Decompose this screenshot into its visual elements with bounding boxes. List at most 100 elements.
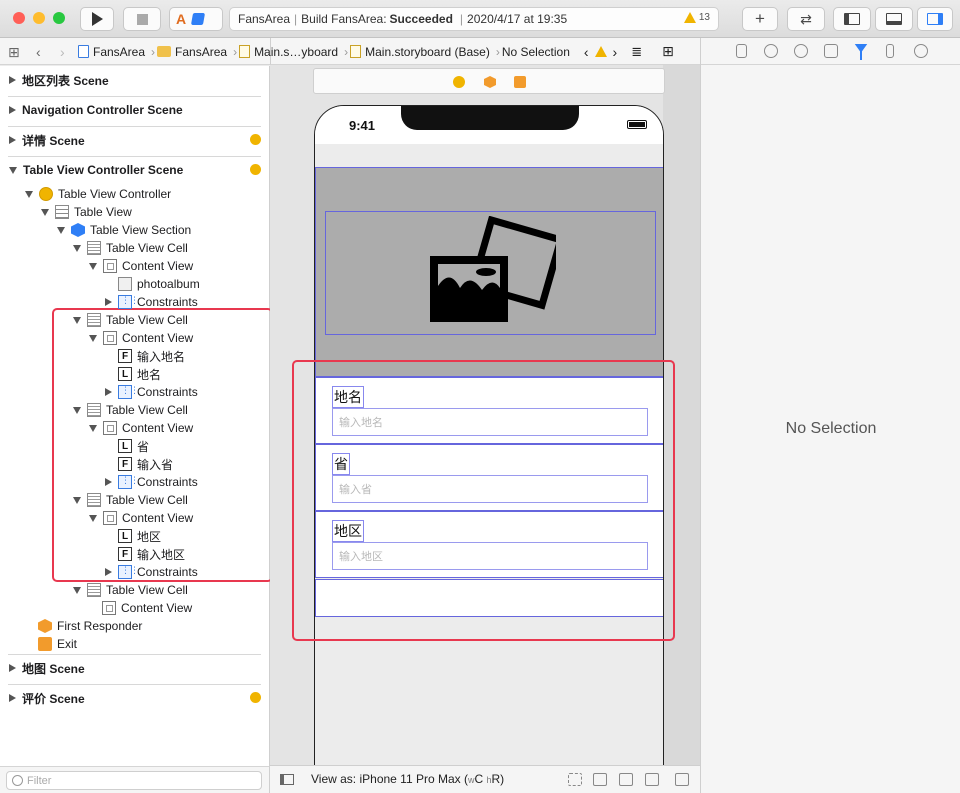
disclosure-triangle[interactable]	[73, 586, 81, 594]
inspector-toggle[interactable]	[917, 7, 953, 31]
outline-filter-field[interactable]: Filter	[6, 771, 262, 790]
disclosure-triangle[interactable]	[73, 316, 81, 324]
embed-in-icon[interactable]	[675, 773, 689, 786]
disclosure-triangle[interactable]	[9, 664, 16, 672]
close-window-button[interactable]	[13, 12, 25, 24]
minimap-icon[interactable]: ≣	[631, 44, 642, 60]
disclosure-triangle[interactable]	[9, 76, 16, 84]
add-constraints-icon[interactable]	[619, 773, 633, 786]
outline-item[interactable]: Content View	[89, 509, 193, 527]
disclosure-triangle[interactable]	[105, 568, 112, 576]
view-controller-dock-icon[interactable]	[453, 76, 465, 88]
outline-item[interactable]: Content View	[89, 257, 193, 275]
outline-item[interactable]: Content View	[89, 329, 193, 347]
disclosure-triangle[interactable]	[9, 694, 16, 702]
outline-item[interactable]: Constraints	[105, 293, 198, 311]
outline-scene[interactable]: 评价 Scene	[9, 689, 85, 707]
outline-item[interactable]: L省	[105, 437, 149, 455]
outline-item[interactable]: Constraints	[105, 473, 198, 491]
outline-item[interactable]: Content View	[89, 599, 192, 617]
size-inspector-icon[interactable]	[886, 44, 894, 58]
outline-item[interactable]: Table View Cell	[73, 401, 188, 419]
disclosure-triangle[interactable]	[9, 106, 16, 114]
history-inspector-icon[interactable]	[764, 44, 778, 58]
disclosure-triangle[interactable]	[25, 190, 33, 198]
stop-button[interactable]	[123, 7, 161, 31]
first-responder-dock-icon[interactable]	[484, 76, 496, 88]
outline-item[interactable]: photoalbum	[105, 275, 200, 293]
library-button[interactable]: +	[742, 7, 778, 31]
debug-area-toggle[interactable]	[875, 7, 913, 31]
breadcrumb-selection[interactable]: No Selection	[502, 45, 570, 59]
disclosure-triangle[interactable]	[73, 406, 81, 414]
resolve-layout-icon[interactable]	[645, 773, 659, 786]
outline-item[interactable]: Table View Cell	[73, 311, 188, 329]
outline-item[interactable]: Content View	[89, 419, 193, 437]
disclosure-triangle[interactable]	[57, 226, 65, 234]
disclosure-triangle[interactable]	[73, 496, 81, 504]
navigator-toggle[interactable]	[833, 7, 871, 31]
photo-cell[interactable]	[315, 167, 663, 377]
outline-item[interactable]: L 地区	[105, 527, 161, 545]
disclosure-triangle[interactable]	[105, 478, 112, 486]
outline-item[interactable]: Constraints	[105, 383, 198, 401]
disclosure-triangle[interactable]	[89, 262, 97, 270]
disclosure-triangle[interactable]	[105, 298, 112, 306]
outline-item[interactable]: Table View Cell	[73, 581, 188, 599]
scene-status-icon[interactable]	[250, 164, 261, 175]
outline-toggle-icon[interactable]	[280, 774, 294, 785]
file-inspector-icon[interactable]	[736, 44, 747, 58]
run-button[interactable]	[80, 7, 114, 31]
disclosure-triangle[interactable]	[89, 424, 97, 432]
code-review-button[interactable]: ⇄	[787, 7, 825, 31]
disclosure-triangle[interactable]	[73, 244, 81, 252]
outline-item[interactable]: Table View Controller	[25, 185, 171, 203]
breadcrumb-storyboard-base[interactable]: Main.storyboard (Base)	[350, 45, 490, 59]
disclosure-triangle[interactable]	[105, 388, 112, 396]
breadcrumb-folder[interactable]: FansArea	[157, 45, 227, 59]
outline-item[interactable]: Table View Cell	[73, 491, 188, 509]
photoalbum-image-view[interactable]	[325, 211, 656, 335]
scene-status-icon[interactable]	[250, 134, 261, 145]
update-frames-icon[interactable]	[568, 773, 582, 786]
disclosure-triangle[interactable]	[89, 334, 97, 342]
outline-item[interactable]: Table View Cell	[73, 239, 188, 257]
align-icon[interactable]	[593, 773, 607, 786]
outline-scene[interactable]: Navigation Controller Scene	[9, 101, 183, 119]
outline-scene[interactable]: 地区列表 Scene	[9, 71, 109, 89]
scene-status-icon[interactable]	[250, 692, 261, 703]
identity-inspector-icon[interactable]	[824, 44, 838, 58]
breadcrumb-project[interactable]: FansArea	[78, 45, 145, 59]
disclosure-triangle[interactable]	[41, 208, 49, 216]
view-as-device-button[interactable]: View as: iPhone 11 Pro Max (wC hR)	[311, 772, 504, 786]
storyboard-canvas[interactable]: 9:41 地名 输入地名省输入省 地区 输入地区	[270, 65, 700, 765]
outline-scene[interactable]: Table View Controller Scene	[9, 161, 183, 179]
outline-item[interactable]: F 输入地区	[105, 545, 185, 563]
outline-item[interactable]: L 地名	[105, 365, 161, 383]
breadcrumb-storyboard[interactable]: Main.s…yboard	[239, 45, 338, 59]
help-inspector-icon[interactable]	[794, 44, 808, 58]
exit-dock-icon[interactable]	[514, 76, 526, 88]
outline-scene[interactable]: 详情 Scene	[9, 131, 85, 149]
outline-scene[interactable]: 地图 Scene	[9, 659, 85, 677]
warning-badge[interactable]: 13	[683, 12, 710, 23]
outline-item[interactable]: First Responder	[25, 617, 142, 635]
issue-warning-icon[interactable]	[594, 46, 607, 57]
zoom-window-button[interactable]	[53, 12, 65, 24]
issue-next-icon[interactable]: ›	[613, 44, 618, 60]
outline-item[interactable]: Table View Section	[57, 221, 191, 239]
outline-item[interactable]: Exit	[25, 635, 77, 653]
scheme-selector[interactable]: A	[169, 7, 223, 31]
minimize-window-button[interactable]	[33, 12, 45, 24]
outline-item[interactable]: F 输入省	[105, 455, 173, 473]
attributes-inspector-icon[interactable]	[854, 43, 868, 60]
disclosure-triangle[interactable]	[9, 136, 16, 144]
disclosure-triangle[interactable]	[9, 166, 17, 174]
outline-item[interactable]: Constraints	[105, 563, 198, 581]
issue-prev-icon[interactable]: ‹	[584, 44, 589, 60]
connections-inspector-icon[interactable]	[914, 44, 928, 58]
disclosure-triangle[interactable]	[89, 514, 97, 522]
add-editor-icon[interactable]: ⊞	[662, 43, 674, 60]
outline-item[interactable]: F 输入地名	[105, 347, 185, 365]
outline-item[interactable]: Table View	[41, 203, 132, 221]
